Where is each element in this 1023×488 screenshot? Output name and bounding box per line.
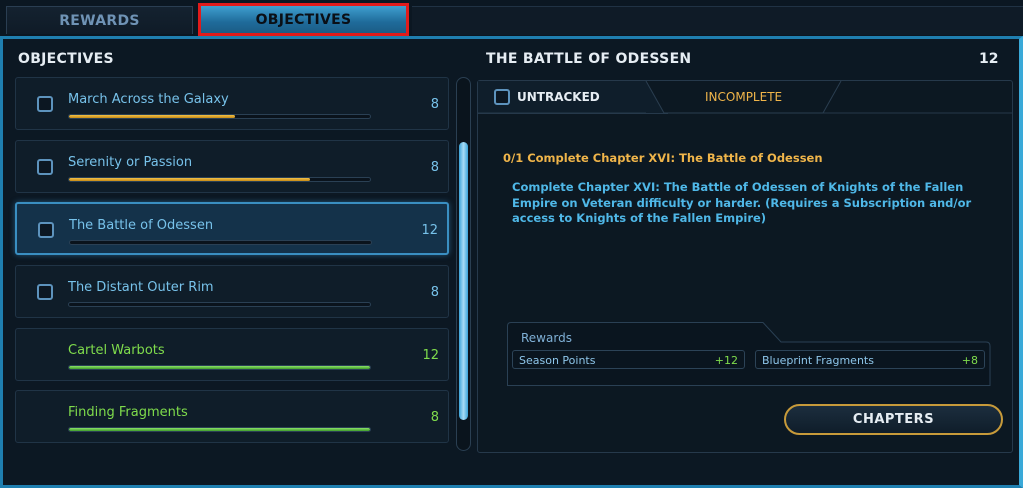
objective-item[interactable]: March Across the Galaxy 8 <box>15 77 449 130</box>
progress-fill <box>69 178 310 181</box>
detail-panel <box>477 80 1013 453</box>
objective-progress-bar <box>68 177 371 182</box>
reward-value: +12 <box>714 354 738 367</box>
objective-item[interactable]: Serenity or Passion 8 <box>15 140 449 193</box>
objective-progress-bar <box>68 302 371 307</box>
objective-points: 12 <box>422 348 439 363</box>
objectives-scrollbar[interactable] <box>456 77 471 451</box>
status-label: INCOMPLETE <box>705 90 783 104</box>
objective-item[interactable]: Cartel Warbots 12 <box>15 328 449 381</box>
task-description: Complete Chapter XVI: The Battle of Odes… <box>512 180 972 225</box>
objective-points: 8 <box>430 160 439 175</box>
objective-name: Cartel Warbots <box>68 343 165 358</box>
reward-season-points: Season Points +12 <box>512 350 745 369</box>
progress-fill <box>69 428 370 431</box>
reward-value: +8 <box>961 354 978 367</box>
track-checkbox[interactable] <box>494 89 510 105</box>
objective-checkbox[interactable] <box>37 284 53 300</box>
reward-blueprint-fragments: Blueprint Fragments +8 <box>755 350 985 369</box>
progress-fill <box>69 366 370 369</box>
reward-name: Blueprint Fragments <box>762 354 874 367</box>
objective-name: Finding Fragments <box>68 405 188 420</box>
task-line: 0/1 Complete Chapter XVI: The Battle of … <box>503 151 823 165</box>
objective-item[interactable]: The Distant Outer Rim 8 <box>15 265 449 318</box>
objective-name: March Across the Galaxy <box>68 92 229 107</box>
tab-bar: REWARDS OBJECTIVES <box>0 0 1023 36</box>
objective-name: The Distant Outer Rim <box>68 280 214 295</box>
objective-name: The Battle of Odessen <box>69 218 214 233</box>
objective-progress-bar <box>68 365 371 370</box>
tracked-label: UNTRACKED <box>517 90 600 104</box>
objectives-header: OBJECTIVES <box>18 51 114 67</box>
detail-title: THE BATTLE OF ODESSEN <box>486 51 692 67</box>
tab-objectives[interactable]: OBJECTIVES <box>198 3 409 36</box>
objective-checkbox[interactable] <box>37 96 53 112</box>
objective-item[interactable]: Finding Fragments 8 <box>15 390 449 443</box>
objective-checkbox[interactable] <box>37 159 53 175</box>
objective-progress-bar <box>68 427 371 432</box>
tab-rewards[interactable]: REWARDS <box>6 6 193 34</box>
objective-name: Serenity or Passion <box>68 155 193 170</box>
detail-points: 12 <box>979 51 999 67</box>
reward-name: Season Points <box>519 354 596 367</box>
objective-points: 12 <box>421 223 438 238</box>
progress-fill <box>69 115 235 118</box>
chapters-button[interactable]: CHAPTERS <box>784 404 1003 435</box>
objective-checkbox[interactable] <box>38 222 54 238</box>
tab-bar-spacer <box>412 6 1023 35</box>
objective-points: 8 <box>430 97 439 112</box>
objective-points: 8 <box>430 410 439 425</box>
scrollbar-thumb[interactable] <box>459 142 468 420</box>
rewards-label: Rewards <box>521 331 572 345</box>
objective-progress-bar <box>69 240 372 245</box>
objective-points: 8 <box>430 285 439 300</box>
objective-progress-bar <box>68 114 371 119</box>
objective-item[interactable]: The Battle of Odessen 12 <box>15 202 449 255</box>
